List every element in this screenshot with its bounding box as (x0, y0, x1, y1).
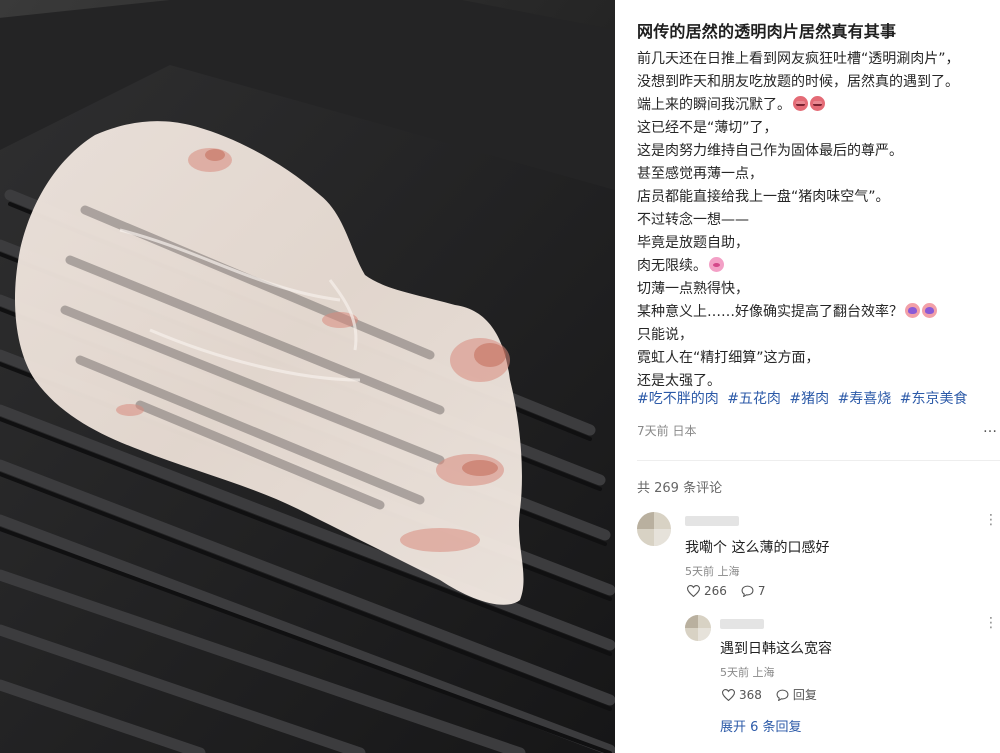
post-body-line: 切薄一点熟得快， (637, 281, 749, 297)
post-body-line: 端上来的瞬间我沉默了。 (637, 94, 997, 117)
hashtag-link[interactable]: #寿喜烧 (838, 391, 892, 407)
hashtag-list: #吃不胖的肉 #五花肉 #猪肉 #寿喜烧 #东京美食 (637, 388, 971, 408)
post-body-line: 没想到昨天和朋友吃放题的时候，居然真的遇到了。 (637, 74, 959, 90)
hashtag-link[interactable]: #东京美食 (900, 391, 968, 407)
comment-text: 我嘞个 这么薄的口感好 (685, 540, 830, 556)
like-count: 266 (704, 584, 727, 598)
expand-replies-link[interactable]: 展开 6 条回复 (720, 716, 802, 735)
commenter-name[interactable] (685, 516, 739, 526)
grilled-pork-slice-image (0, 0, 615, 753)
like-button[interactable]: 266 (687, 584, 727, 598)
reply-button[interactable]: 回复 (776, 686, 817, 703)
more-dots-icon[interactable]: ⋮ (984, 615, 998, 631)
like-button[interactable]: 368 (722, 688, 762, 702)
post-body-line: 甚至感觉再薄一点， (637, 166, 763, 182)
heart-icon (722, 688, 735, 701)
more-dots-icon[interactable]: ⋮ (984, 512, 998, 528)
hashtag-link[interactable]: #五花肉 (727, 391, 781, 407)
post-body-line: 店员都能直接给我上一盘“猪肉味空气”。 (637, 189, 890, 205)
post-meta: 7天前 日本 (637, 424, 697, 438)
comment-meta: 5天前 上海 (685, 565, 740, 578)
post-title: 网传的居然的透明肉片居然真有其事 (637, 22, 897, 41)
upset-face-emoji (810, 96, 825, 111)
post-body-line: 毕竟是放题自助， (637, 235, 749, 251)
post-body-line: 这已经不是“薄切”了， (637, 120, 778, 136)
mind-blown-emoji (922, 303, 937, 318)
reply-count-button[interactable]: 7 (741, 584, 766, 598)
reply-label: 回复 (792, 688, 817, 702)
avatar[interactable] (637, 512, 671, 546)
post-body-line: 前几天还在日推上看到网友疯狂吐槽“透明涮肉片”， (637, 51, 960, 67)
post-body-line: 不过转念一想—— (637, 212, 749, 228)
pig-face-emoji (709, 257, 724, 272)
upset-face-emoji (793, 96, 808, 111)
hashtag-link[interactable]: #猪肉 (789, 391, 829, 407)
mind-blown-emoji (905, 303, 920, 318)
heart-icon (687, 585, 700, 597)
comment-bubble-icon (776, 689, 789, 701)
avatar[interactable] (685, 615, 711, 641)
more-dots-icon[interactable]: … (983, 420, 998, 436)
comment-actions: 266 7 (687, 584, 780, 598)
post-body: 前几天还在日推上看到网友疯狂吐槽“透明涮肉片”， 没想到昨天和朋友吃放题的时候，… (637, 48, 997, 393)
reply-text: 遇到日韩这么宽容 (720, 641, 832, 657)
post-body-line: 某种意义上……好像确实提高了翻台效率？ (637, 301, 997, 324)
comment-bubble-icon (741, 585, 754, 597)
post-photo[interactable] (0, 0, 615, 753)
reply-meta: 5天前 上海 (720, 666, 775, 679)
post-body-line: 只能说， (637, 327, 693, 343)
post-body-line: 这是肉努力维持自己作为固体最后的尊严。 (637, 143, 903, 159)
reply-actions: 368 回复 (722, 686, 831, 703)
reply-count: 7 (757, 584, 766, 598)
post-detail-panel: 网传的居然的透明肉片居然真有其事 前几天还在日推上看到网友疯狂吐槽“透明涮肉片”… (615, 0, 1000, 753)
like-count: 368 (739, 687, 762, 702)
hashtag-link[interactable]: #吃不胖的肉 (637, 391, 719, 407)
commenter-name[interactable] (720, 619, 764, 629)
divider (637, 460, 1000, 461)
comment-count: 共 269 条评论 (637, 481, 723, 496)
post-body-line: 霓虹人在“精打细算”这方面， (637, 350, 820, 366)
post-body-line: 肉无限续。 (637, 255, 997, 278)
